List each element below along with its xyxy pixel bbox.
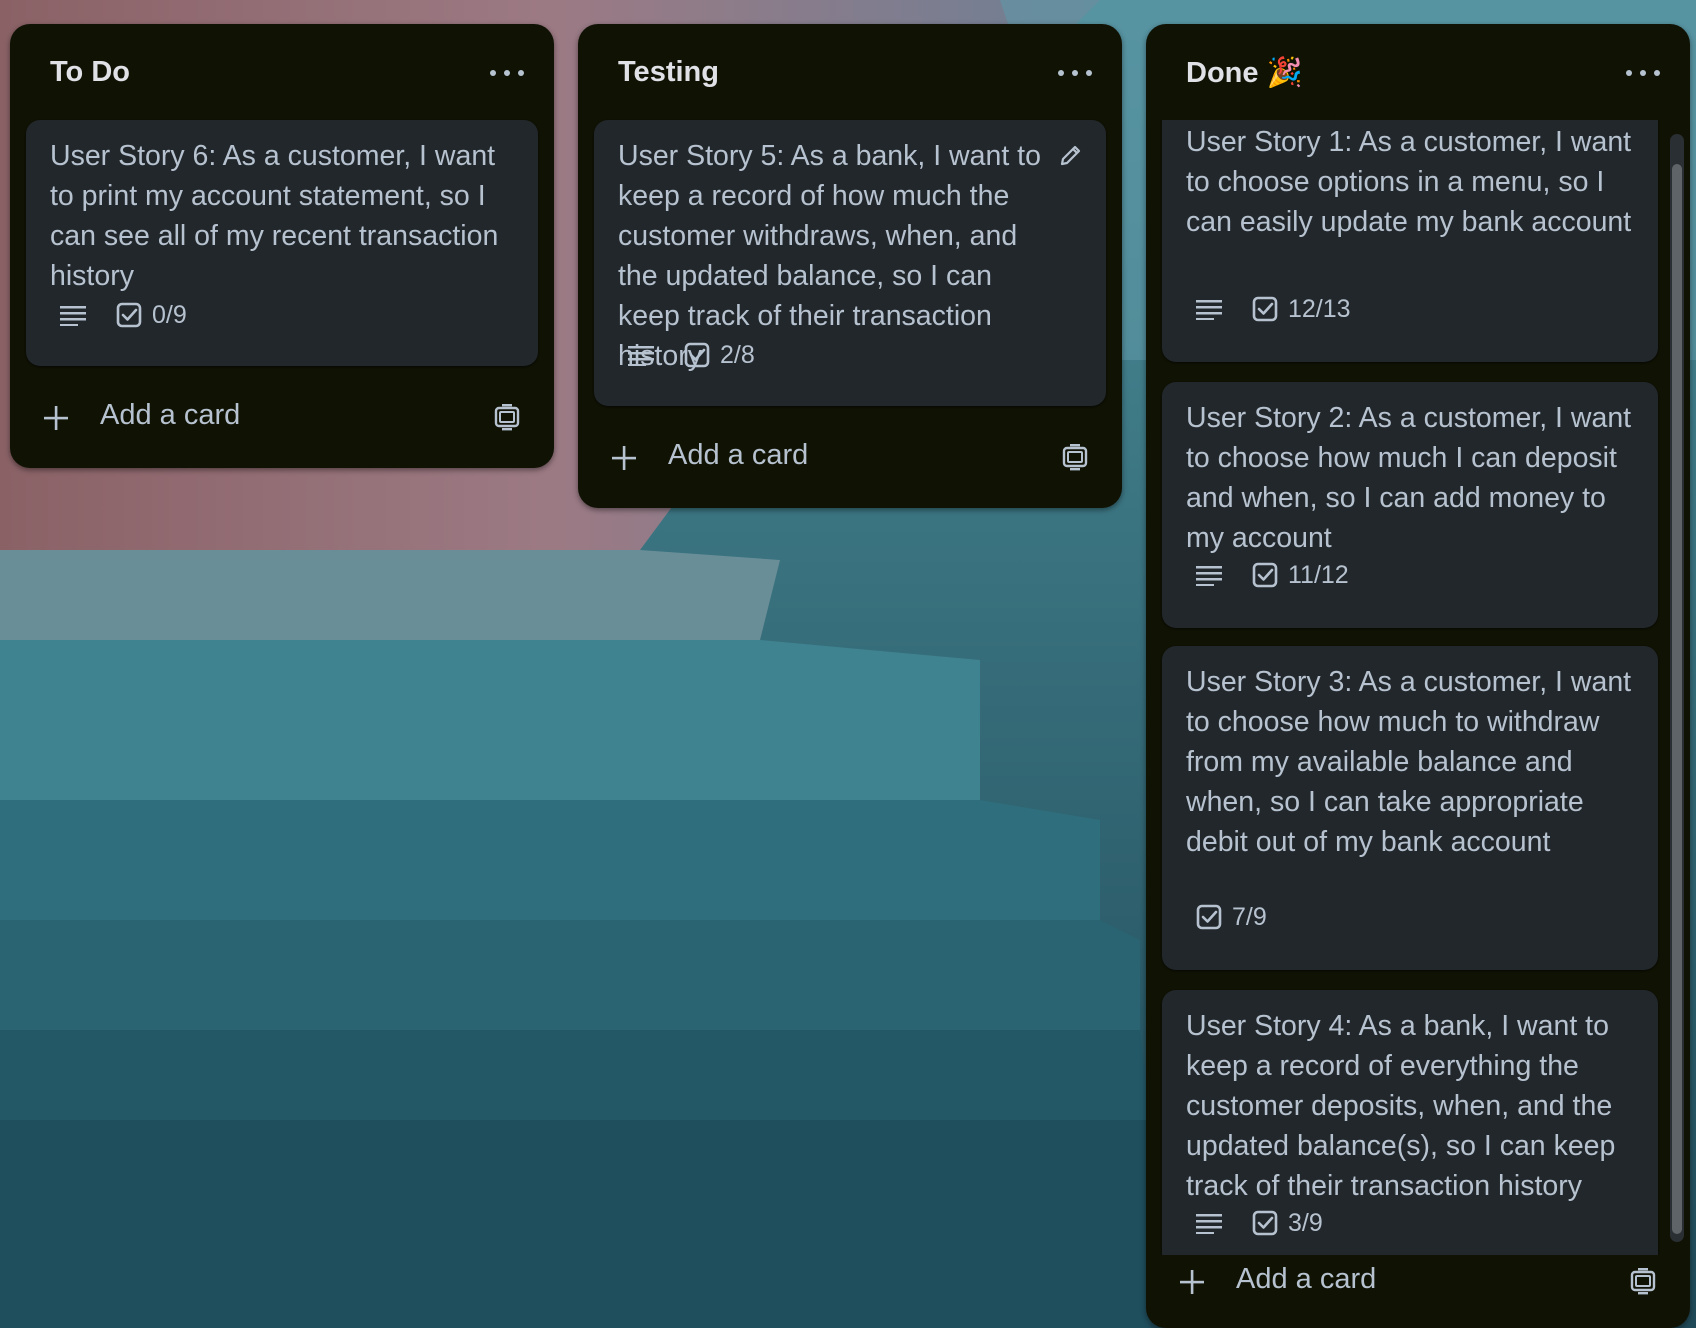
list-title[interactable]: Testing	[618, 56, 719, 89]
add-card-label: Add a card	[1236, 1263, 1377, 1295]
card-badges: 7/9	[1196, 902, 1267, 932]
checklist-badge: 12/13	[1252, 295, 1351, 324]
card-badges: 11/12	[1196, 560, 1349, 590]
checklist-count: 7/9	[1232, 902, 1267, 931]
card-template-icon[interactable]	[1628, 1266, 1658, 1296]
list-header: Done 🎉	[1146, 24, 1690, 120]
description-lines-icon	[1196, 566, 1222, 586]
list-testing: Testing User Story 5: As a bank, I want …	[578, 24, 1122, 508]
card[interactable]: User Story 5: As a bank, I want to keep …	[594, 120, 1106, 406]
plus-icon	[612, 446, 636, 470]
checklist-count: 12/13	[1288, 294, 1351, 323]
checkbox-icon	[1196, 904, 1222, 930]
card-title: User Story 1: As a customer, I want to c…	[1186, 126, 1632, 238]
checkbox-icon	[1252, 562, 1278, 588]
card-title: User Story 3: As a customer, I want to c…	[1186, 666, 1632, 858]
checkbox-icon	[1252, 1210, 1278, 1236]
card-template-icon[interactable]	[492, 402, 522, 432]
more-horizontal-icon[interactable]	[1058, 64, 1092, 82]
plus-icon	[44, 406, 68, 430]
add-card-button[interactable]: Add a card	[594, 426, 1106, 490]
add-card-button[interactable]: Add a card	[26, 386, 538, 450]
card-title: User Story 2: As a customer, I want to c…	[1186, 402, 1632, 554]
description-lines-icon	[60, 306, 86, 326]
checklist-badge: 0/9	[116, 301, 187, 330]
list-title[interactable]: Done 🎉	[1186, 56, 1303, 90]
card-title: User Story 4: As a bank, I want to keep …	[1186, 1010, 1616, 1202]
card-title: User Story 6: As a customer, I want to p…	[50, 140, 499, 292]
card[interactable]: User Story 6: As a customer, I want to p…	[26, 120, 538, 366]
checklist-count: 2/8	[720, 340, 755, 369]
card[interactable]: User Story 3: As a customer, I want to c…	[1162, 646, 1658, 970]
card[interactable]: User Story 4: As a bank, I want to keep …	[1162, 990, 1658, 1255]
pencil-icon[interactable]	[1058, 142, 1084, 168]
card[interactable]: User Story 1: As a customer, I want to c…	[1162, 120, 1658, 362]
list-to-do: To Do User Story 6: As a customer, I wan…	[10, 24, 554, 468]
checklist-badge: 2/8	[684, 341, 755, 370]
list-done: Done 🎉 User Story 1: As a customer, I wa…	[1146, 24, 1690, 1328]
checkbox-icon	[1252, 296, 1278, 322]
checklist-badge: 3/9	[1252, 1209, 1323, 1238]
card[interactable]: User Story 2: As a customer, I want to c…	[1162, 382, 1658, 628]
add-card-label: Add a card	[668, 439, 809, 471]
checklist-count: 0/9	[152, 300, 187, 329]
checklist-count: 3/9	[1288, 1208, 1323, 1237]
scrollbar-thumb[interactable]	[1672, 164, 1682, 1234]
description-lines-icon	[628, 346, 654, 366]
add-card-label: Add a card	[100, 399, 241, 431]
list-scrollbar[interactable]	[1670, 134, 1684, 1242]
list-cards-scroll-area[interactable]: User Story 1: As a customer, I want to c…	[1146, 120, 1690, 1255]
more-horizontal-icon[interactable]	[1626, 64, 1660, 82]
description-lines-icon	[1196, 300, 1222, 320]
card-badges: 2/8	[628, 340, 755, 370]
checklist-count: 11/12	[1288, 560, 1349, 589]
board: To Do User Story 6: As a customer, I wan…	[0, 0, 1696, 1328]
card-badges: 12/13	[1196, 294, 1351, 324]
card-template-icon[interactable]	[1060, 442, 1090, 472]
list-header: To Do	[10, 24, 554, 120]
add-card-button[interactable]: Add a card	[1162, 1250, 1674, 1314]
description-lines-icon	[1196, 1214, 1222, 1234]
checklist-badge: 11/12	[1252, 561, 1349, 590]
card-badges: 0/9	[60, 300, 187, 330]
card-badges: 3/9	[1196, 1208, 1323, 1238]
plus-icon	[1180, 1270, 1204, 1294]
checkbox-icon	[684, 342, 710, 368]
list-header: Testing	[578, 24, 1122, 120]
checklist-badge: 7/9	[1196, 903, 1267, 932]
list-title[interactable]: To Do	[50, 56, 130, 89]
more-horizontal-icon[interactable]	[490, 64, 524, 82]
checkbox-icon	[116, 302, 142, 328]
